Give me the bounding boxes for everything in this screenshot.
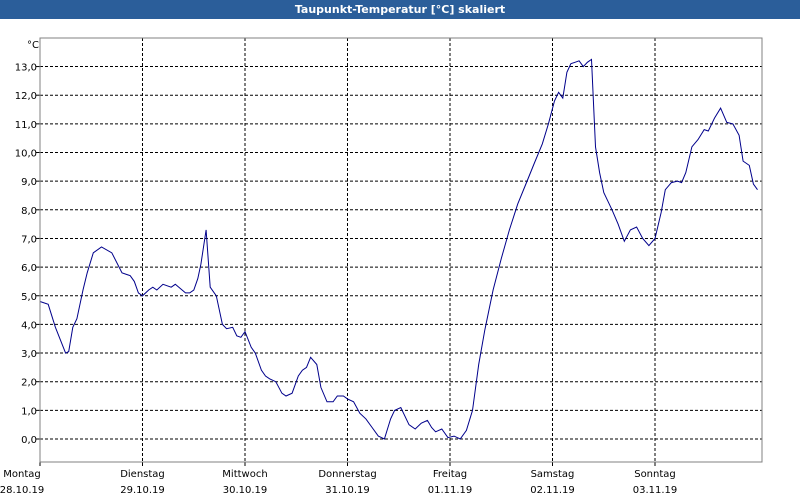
x-tick-day: Dienstag	[120, 469, 165, 480]
y-axis-label: °C	[27, 40, 39, 51]
x-tick-day: Montag	[3, 469, 40, 480]
x-tick-day: Donnerstag	[318, 469, 376, 480]
x-tick-date: 31.10.19	[325, 485, 370, 496]
y-tick-label: 0,0	[21, 435, 37, 446]
line-chart: 13,0 12,0 11,0 10,0 9,0 8,0 7,0 6,0 5,0 4,0 3,0 2,0…	[0, 19, 800, 500]
x-tick-date: 29.10.19	[120, 485, 165, 496]
y-tick-label: 12,0	[15, 91, 37, 102]
y-tick-label: 10,0	[15, 149, 37, 160]
x-tick-date: 02.11.19	[530, 485, 575, 496]
chart-background	[0, 19, 800, 500]
y-tick-label: 7,0	[21, 234, 37, 245]
y-tick-label: 4,0	[21, 320, 37, 331]
y-tick-label: 1,0	[21, 406, 37, 417]
y-tick-label: 8,0	[21, 206, 37, 217]
y-tick-label: 9,0	[21, 177, 37, 188]
y-tick-label: 13,0	[15, 63, 37, 74]
x-tick-day: Samstag	[531, 469, 575, 480]
x-tick-day: Freitag	[433, 469, 467, 480]
x-tick-date: 28.10.19	[0, 485, 44, 496]
x-tick-date: 01.11.19	[428, 485, 473, 496]
x-tick-date: 03.11.19	[633, 485, 678, 496]
y-tick-label: 3,0	[21, 349, 37, 360]
y-tick-label: 5,0	[21, 292, 37, 303]
y-tick-label: 2,0	[21, 378, 37, 389]
y-tick-label: 6,0	[21, 263, 37, 274]
x-tick-day: Mittwoch	[222, 469, 267, 480]
x-tick-date: 30.10.19	[223, 485, 268, 496]
y-tick-label: 11,0	[15, 120, 37, 131]
x-tick-day: Sonntag	[634, 469, 676, 480]
chart-window: Taupunkt-Temperatur [°C] skaliert 13,0 12…	[0, 0, 800, 500]
